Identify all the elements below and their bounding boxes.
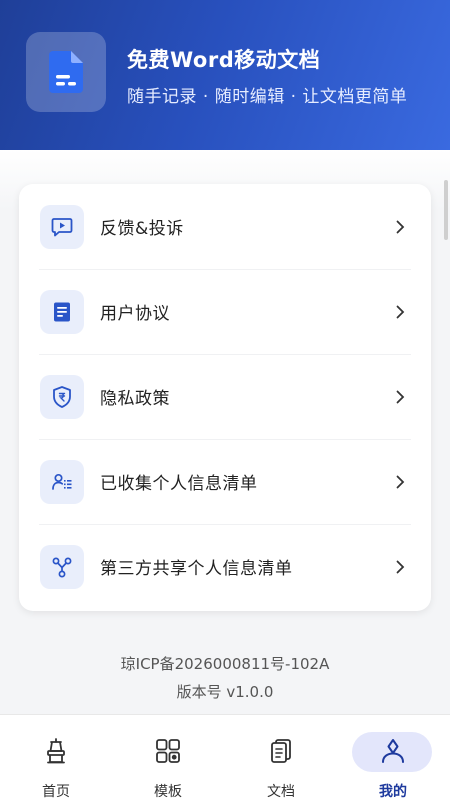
bottom-tab-bar: 首页 模板 文档 我的 (0, 714, 450, 800)
icp-filing-text: 琼ICP备2026000811号-102A (120, 655, 330, 673)
app-logo (26, 32, 106, 112)
menu-item-label: 隐私政策 (100, 389, 170, 409)
user-list-icon (40, 459, 84, 504)
profile-header: 免费Word移动文档 随手记录 · 随时编辑 · 让文档更简单 (0, 0, 450, 155)
tab-templates[interactable]: 模板 (112, 715, 224, 800)
tab-documents[interactable]: 文档 (225, 715, 337, 800)
app-subtitle: 随手记录 · 随时编辑 · 让文档更简单 (127, 87, 408, 107)
chevron-right-icon (393, 390, 407, 404)
document-icon (261, 735, 301, 767)
home-icon (36, 735, 76, 767)
menu-item-label: 已收集个人信息清单 (100, 474, 258, 494)
chevron-right-icon (393, 475, 407, 489)
tab-home[interactable]: 首页 (0, 715, 112, 800)
menu-item-third-party-sharing[interactable]: 第三方共享个人信息清单 (19, 524, 431, 609)
app-title: 免费Word移动文档 (127, 48, 321, 72)
chevron-right-icon (393, 305, 407, 319)
document-icon (40, 289, 84, 334)
share-icon (40, 544, 84, 589)
document-app-icon (49, 51, 83, 93)
version-text: 版本号 v1.0.0 (176, 683, 274, 701)
shield-icon (40, 374, 84, 419)
menu-item-label: 反馈&投诉 (100, 219, 184, 239)
template-icon (148, 735, 188, 767)
tab-label: 文档 (267, 784, 295, 800)
tab-label: 模板 (154, 784, 182, 800)
profile-icon (373, 735, 413, 767)
menu-item-collected-info[interactable]: 已收集个人信息清单 (19, 439, 431, 524)
tab-label: 我的 (379, 784, 407, 800)
menu-item-privacy-policy[interactable]: 隐私政策 (19, 354, 431, 439)
menu-item-label: 第三方共享个人信息清单 (100, 559, 293, 579)
settings-menu-card: 反馈&投诉 用户协议 隐私政策 已收集个人信息清单 第三方共享个人信息清单 (19, 184, 431, 611)
scrollbar-thumb[interactable] (444, 180, 448, 240)
chevron-right-icon (393, 560, 407, 574)
menu-item-label: 用户协议 (100, 304, 170, 324)
tab-label: 首页 (42, 784, 70, 800)
feedback-icon (40, 204, 84, 249)
menu-item-feedback[interactable]: 反馈&投诉 (19, 184, 431, 269)
tab-profile[interactable]: 我的 (337, 715, 449, 800)
chevron-right-icon (393, 220, 407, 234)
menu-item-user-agreement[interactable]: 用户协议 (19, 269, 431, 354)
